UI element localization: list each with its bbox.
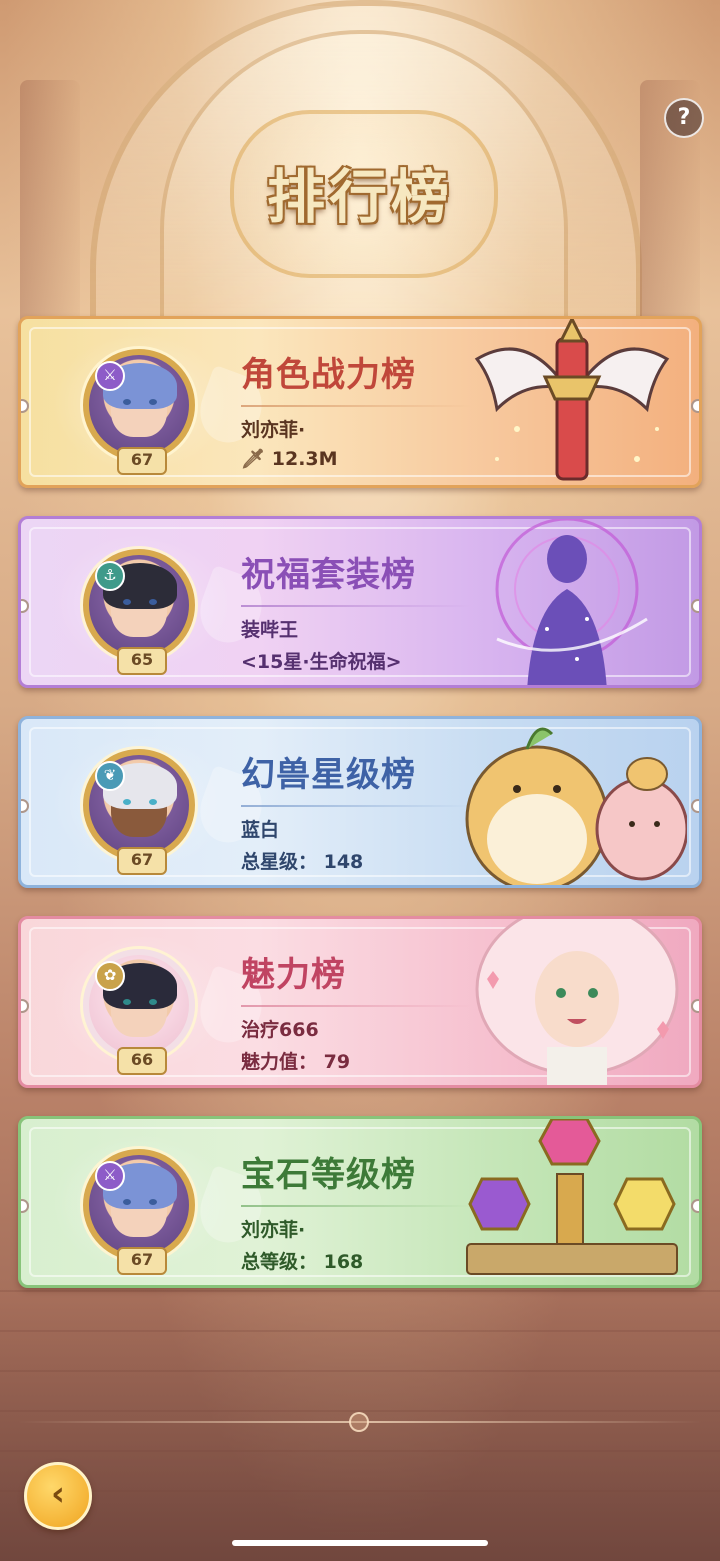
combat-power-value: 🗡 12.3M (241, 447, 338, 470)
card-divider (241, 1205, 471, 1207)
back-button[interactable]: ‹ (24, 1462, 92, 1530)
flower-class-icon: ✿ (95, 961, 125, 991)
total-gem-level: 总等级： 168 (241, 1251, 364, 1273)
player-name: 刘亦菲· (241, 419, 306, 441)
page-title: 排行榜 (266, 163, 453, 231)
sword-wings-artwork (457, 319, 687, 485)
level-badge: 67 (117, 1247, 167, 1275)
player-name: 蓝白 (241, 819, 280, 841)
side-dot-right (691, 1199, 699, 1213)
card-divider (241, 1005, 471, 1007)
side-dot-right (691, 999, 699, 1013)
help-button[interactable]: ? (664, 98, 704, 138)
combat-power-number: 12.3M (271, 448, 338, 470)
player-name: 刘亦菲· (241, 1219, 306, 1241)
card-divider (241, 605, 471, 607)
card-divider (241, 805, 471, 807)
home-indicator[interactable] (232, 1540, 488, 1546)
leaderboard-card-beast-stars[interactable]: ❦ 67 幻兽星级榜 蓝白 总星级： 148 (18, 716, 702, 888)
total-stars: 总星级： 148 (241, 851, 364, 873)
leaderboard-card-charm[interactable]: ✿ 66 魅力榜 治疗666 魅力值： 79 (18, 916, 702, 1088)
side-dot-right (691, 799, 699, 813)
card-title: 角色战力榜 (241, 355, 416, 395)
side-dot-left (21, 399, 29, 413)
level-badge: 67 (117, 447, 167, 475)
charm-value: 魅力值： 79 (241, 1051, 351, 1073)
card-title: 祝福套装榜 (241, 555, 416, 595)
gems-artwork (457, 1119, 687, 1285)
anchor-class-icon: ⚓ (95, 561, 125, 591)
blessing-set-detail: <15星·生命祝福> (241, 651, 402, 673)
side-dot-left (21, 999, 29, 1013)
side-dot-left (21, 1199, 29, 1213)
leaderboard-card-combat-power[interactable]: ⚔ 67 角色战力榜 刘亦菲· 🗡 12.3M (18, 316, 702, 488)
leaderboard-card-gem-level[interactable]: ⚔ 67 宝石等级榜 刘亦菲· 总等级： 168 (18, 1116, 702, 1288)
character-portrait-artwork (457, 919, 687, 1085)
sword-icon: 🗡 (241, 448, 266, 470)
side-dot-right (691, 399, 699, 413)
card-title: 魅力榜 (241, 955, 346, 995)
side-dot-left (21, 799, 29, 813)
sword-class-icon: ⚔ (95, 1161, 125, 1191)
player-name: 治疗666 (241, 1019, 319, 1041)
side-dot-right (691, 599, 699, 613)
side-dot-left (21, 599, 29, 613)
leaderboard-card-blessing-set[interactable]: ⚓ 65 祝福套装榜 装哔王 <15星·生命祝福> (18, 516, 702, 688)
back-arrow-icon: ‹ (50, 1474, 65, 1514)
beast-artwork (457, 719, 689, 885)
leaf-class-icon: ❦ (95, 761, 125, 791)
level-badge: 67 (117, 847, 167, 875)
level-badge: 65 (117, 647, 167, 675)
level-badge: 66 (117, 1047, 167, 1075)
card-title: 宝石等级榜 (241, 1155, 416, 1195)
card-divider (241, 405, 471, 407)
sword-class-icon: ⚔ (95, 361, 125, 391)
card-title: 幻兽星级榜 (241, 755, 416, 795)
divider-gear-icon (349, 1412, 369, 1432)
player-name: 装哔王 (241, 619, 299, 641)
silhouette-artwork (457, 519, 687, 685)
